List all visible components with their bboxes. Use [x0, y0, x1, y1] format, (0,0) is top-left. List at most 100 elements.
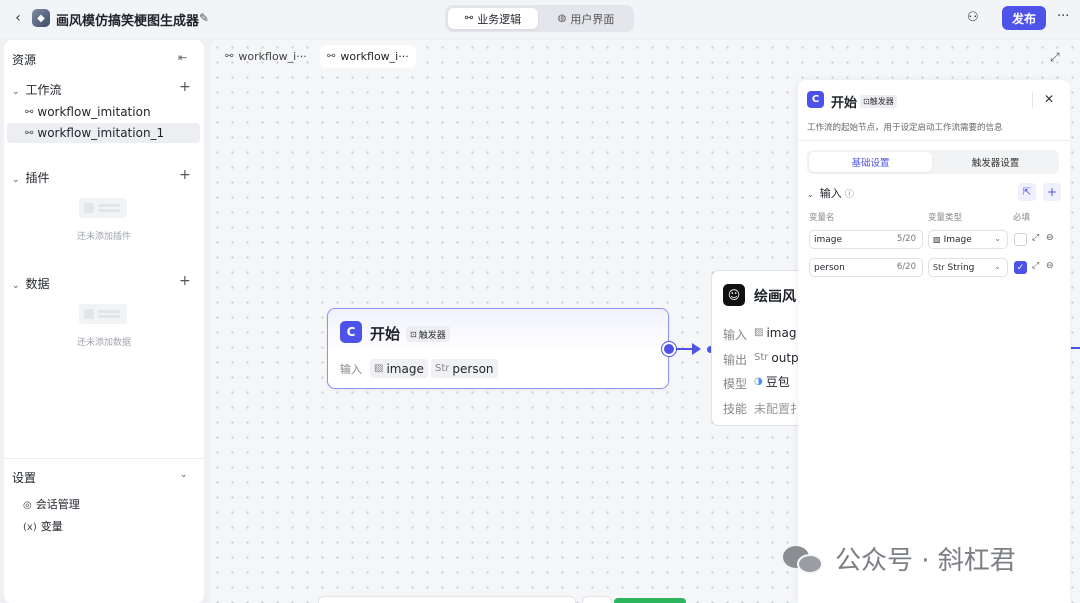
row-label: 技能 — [723, 402, 748, 416]
chevron-down-icon: ⌄ — [12, 87, 20, 97]
workflow-icon: ⚯ — [327, 51, 336, 62]
workflow-icon: ⚯ — [25, 127, 34, 139]
publish-button[interactable]: 发布 — [1002, 6, 1046, 30]
edge-stub — [1071, 347, 1080, 349]
empty-placeholder-icon — [79, 304, 127, 324]
section-plugin[interactable]: ⌄ 插件 — [12, 169, 50, 186]
variable-name-input[interactable]: person 6/20 — [809, 258, 923, 277]
mode-switch: ⚯ 业务逻辑 ◍ 用户界面 — [445, 5, 634, 32]
string-type-icon: Str — [754, 352, 769, 363]
back-arrow-icon[interactable]: ‹ — [10, 10, 26, 26]
string-type-icon: Str — [435, 363, 450, 374]
section-workflow[interactable]: ⌄ 工作流 — [12, 81, 62, 98]
char-count: 6/20 — [896, 262, 916, 272]
chevron-down-icon: ⌄ — [12, 175, 20, 185]
info-icon[interactable]: ⓘ — [845, 190, 854, 200]
variable-type-select[interactable]: Str String ⌄ — [928, 258, 1008, 277]
trigger-icon: ⊡ — [410, 329, 417, 339]
start-node-icon: C — [340, 321, 362, 343]
workflow-icon: ⚯ — [225, 51, 234, 62]
workflow-icon: ⚯ — [464, 13, 474, 24]
import-icon[interactable]: ⇱ — [1018, 183, 1036, 201]
row-label: 模型 — [723, 377, 748, 391]
image-icon: ▨ — [374, 363, 384, 374]
divider — [1032, 92, 1033, 108]
input-chip-person: Str person — [431, 359, 498, 378]
tab-workflow-active[interactable]: ⚯ workflow_i··· — [320, 45, 416, 68]
edit-icon[interactable]: ✎ — [199, 11, 209, 25]
variable-name-input[interactable]: image 5/20 — [809, 230, 923, 249]
row-label: 输入 — [723, 328, 748, 342]
trigger-icon: ⊡ — [863, 97, 870, 106]
close-icon[interactable]: ✕ — [1044, 92, 1054, 106]
expand-icon[interactable]: ⤢ — [1032, 233, 1039, 243]
plugin-empty-text: 还未添加插件 — [76, 232, 131, 242]
collapse-sidebar-icon[interactable]: ⇤ — [178, 51, 187, 64]
column-header-type: 变量类型 — [928, 213, 963, 223]
char-count: 5/20 — [896, 234, 916, 244]
start-node[interactable]: C 开始 ⊡ 触发器 输入 ▨ image Str person — [327, 308, 669, 389]
chevron-down-icon: ⌄ — [994, 262, 1001, 271]
chevron-down-icon[interactable]: ⌄ — [180, 470, 188, 480]
input-section-header[interactable]: ⌄ 输入 ⓘ — [807, 185, 854, 201]
tab-business-logic[interactable]: ⚯ 业务逻辑 — [448, 8, 538, 29]
string-type-icon: Str — [933, 263, 945, 272]
add-workflow-button[interactable]: + — [179, 79, 191, 95]
variable-type-select[interactable]: ▨ Image ⌄ — [928, 230, 1008, 249]
tab-trigger-settings[interactable]: 触发器设置 — [934, 152, 1057, 172]
image-icon: ▨ — [754, 327, 764, 338]
top-bar: ‹ ◆ 画风模仿搞笑梗图生成器 ✎ ⚯ 业务逻辑 ◍ 用户界面 ⚇ 发布 ··· — [0, 0, 1080, 38]
tab-basic-settings[interactable]: 基础设置 — [809, 152, 932, 172]
doubao-logo-icon: ◑ — [754, 376, 763, 387]
bottom-toolbar-button[interactable] — [582, 596, 612, 603]
row-label: 输出 — [723, 353, 748, 367]
input-chip: ▨ imag — [754, 325, 797, 340]
node-config-panel: C 开始 ⊡ 触发器 ✕ 工作流的起始节点，用于设定启动工作流需要的信息 基础设置… — [798, 80, 1070, 603]
variable-icon: (x) — [23, 522, 37, 533]
add-variable-button[interactable]: + — [1043, 183, 1061, 201]
more-icon[interactable]: ··· — [1057, 9, 1069, 24]
chevron-down-icon: ⌄ — [994, 234, 1001, 243]
expand-icon[interactable]: ⤢ — [1032, 261, 1039, 271]
chat-icon: ◎ — [23, 500, 32, 511]
output-port[interactable] — [662, 342, 676, 356]
expand-icon[interactable]: ⤢ — [1050, 50, 1060, 65]
divider — [4, 458, 204, 459]
collaborators-icon[interactable]: ⚇ — [967, 10, 979, 25]
section-settings[interactable]: 设置 — [12, 469, 36, 486]
watermark: 公众号 · 斜杠君 — [783, 540, 1016, 577]
node-title: 绘画风 — [754, 289, 796, 305]
trigger-badge: ⊡ 触发器 — [406, 326, 450, 342]
app-logo-icon: ◆ — [32, 9, 50, 27]
sidebar-item-variables[interactable]: (x) 变量 — [23, 518, 63, 534]
tab-workflow[interactable]: ⚯ workflow_i··· — [218, 45, 314, 68]
add-data-button[interactable]: + — [179, 273, 191, 289]
start-node-icon: C — [807, 91, 824, 108]
tab-user-interface[interactable]: ◍ 用户界面 — [541, 8, 631, 29]
remove-icon[interactable]: ⊖ — [1046, 233, 1054, 243]
sidebar-item-workflow[interactable]: ⚯ workflow_imitation_1 — [7, 123, 200, 143]
output-chip: Str outp — [754, 350, 799, 365]
empty-placeholder-icon — [79, 198, 127, 218]
input-chip-image: ▨ image — [370, 359, 428, 378]
required-checkbox[interactable] — [1014, 233, 1027, 246]
workflow-icon: ⚯ — [25, 106, 34, 118]
bottom-toolbar[interactable] — [318, 596, 576, 603]
data-empty-text: 还未添加数据 — [76, 338, 131, 348]
palette-icon: ◍ — [557, 13, 567, 24]
arrow-icon — [692, 343, 701, 355]
test-run-button[interactable] — [614, 598, 686, 603]
remove-icon[interactable]: ⊖ — [1046, 261, 1054, 271]
panel-description: 工作流的起始节点，用于设定启动工作流需要的信息 — [807, 123, 1003, 133]
required-checkbox-checked[interactable]: ✓ — [1014, 261, 1027, 274]
add-plugin-button[interactable]: + — [179, 167, 191, 183]
panel-tabs: 基础设置 触发器设置 — [807, 150, 1059, 174]
wechat-icon — [783, 544, 825, 574]
app-title: 画风模仿搞笑梗图生成器 — [56, 14, 200, 29]
sidebar-item-conversation[interactable]: ◎ 会话管理 — [23, 496, 80, 512]
divider — [798, 140, 1070, 141]
model-chip: ◑ 豆包 — [754, 375, 790, 389]
node-title: 开始 — [370, 325, 401, 343]
sidebar-item-workflow[interactable]: ⚯ workflow_imitation — [7, 102, 200, 122]
section-data[interactable]: ⌄ 数据 — [12, 275, 50, 292]
